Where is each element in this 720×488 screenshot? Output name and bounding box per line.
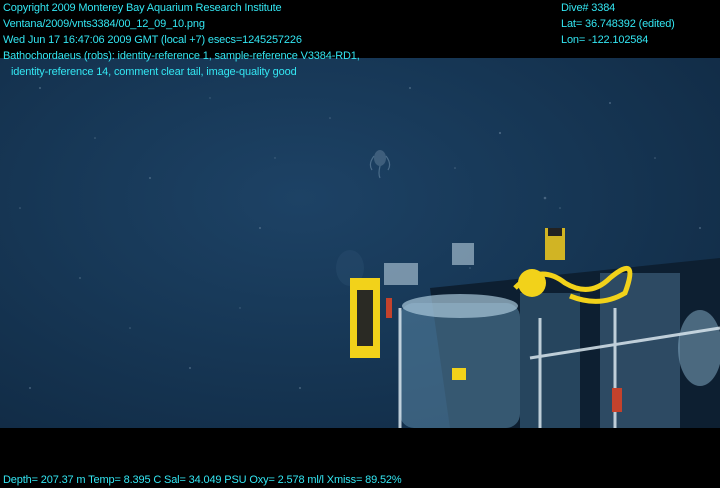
video-frame: Copyright 2009 Monterey Bay Aquarium Res… — [0, 0, 720, 486]
copyright-text: Copyright 2009 Monterey Bay Aquarium Res… — [3, 2, 282, 14]
rov-sampler-equipment — [350, 228, 720, 428]
latitude-text: Lat= 36.748392 (edited) — [561, 18, 675, 30]
dive-number-text: Dive# 3384 — [561, 2, 616, 14]
file-path-text: Ventana/2009/vnts3384/00_12_09_10.png — [3, 18, 205, 30]
underwater-scene — [0, 58, 720, 428]
longitude-text: Lon= -122.102584 — [561, 34, 649, 46]
underwater-image — [19, 87, 720, 428]
annotation-line-2: identity-reference 14, comment clear tai… — [11, 66, 297, 78]
header-overlay: Copyright 2009 Monterey Bay Aquarium Res… — [3, 0, 360, 80]
datetime-text: Wed Jun 17 16:47:06 2009 GMT (local +7) … — [3, 34, 302, 46]
dive-info-overlay: Dive# 3384 Lat= 36.748392 (edited) Lon= … — [561, 0, 675, 48]
larvacean-organism — [369, 150, 391, 179]
annotation-line-1: Bathochordaeus (robs): identity-referenc… — [3, 50, 360, 62]
